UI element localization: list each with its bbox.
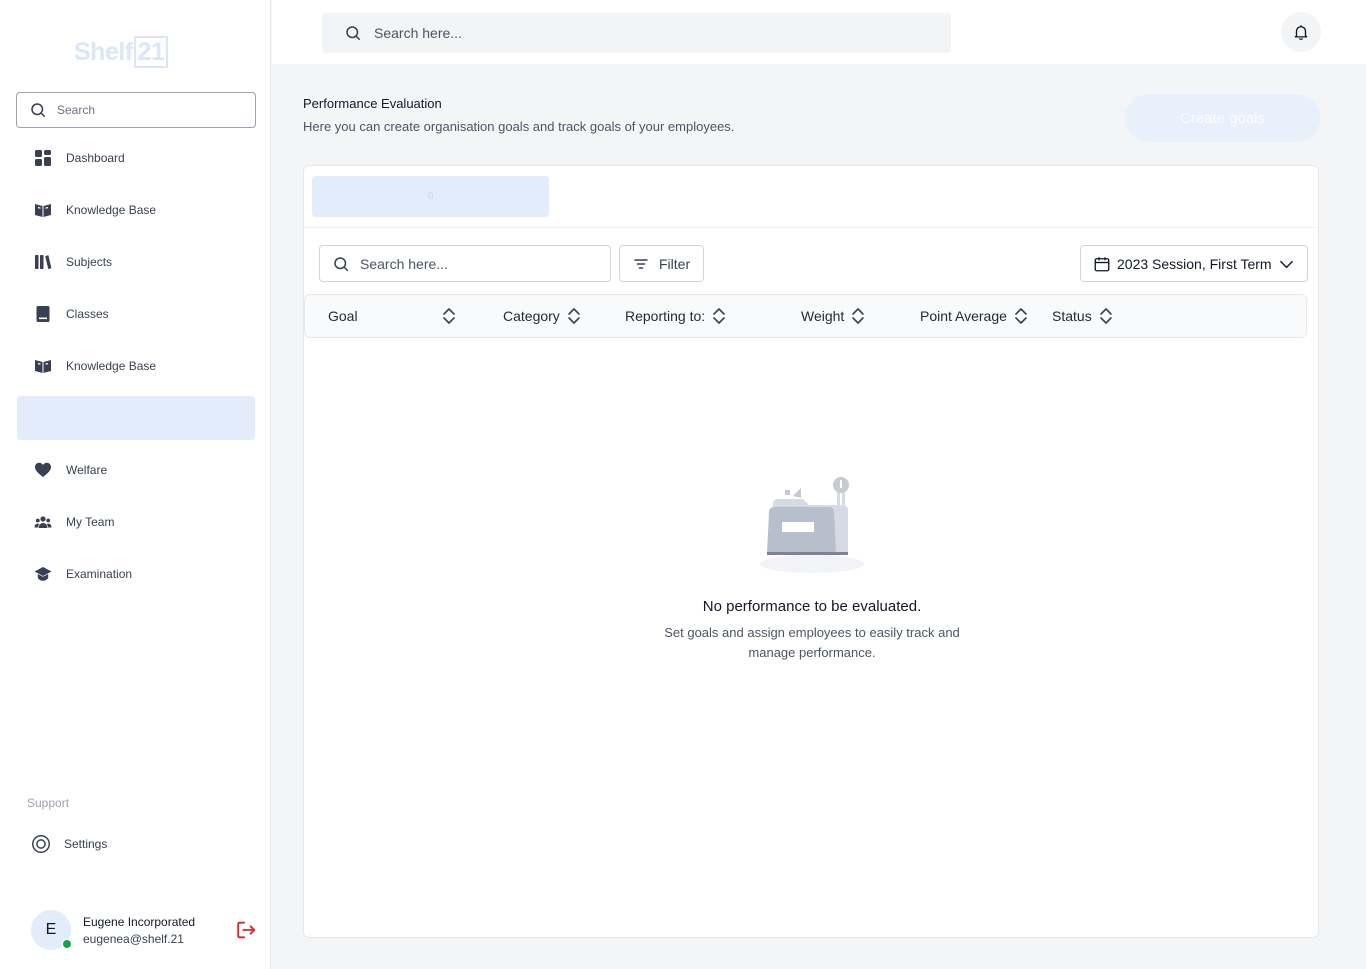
sidebar-item-label: Knowledge Base xyxy=(66,203,157,217)
column-header-status[interactable]: Status xyxy=(1052,295,1114,337)
empty-state: No performance to be evaluated. Set goal… xyxy=(304,476,1320,663)
settings-icon xyxy=(32,835,50,853)
team-icon xyxy=(34,513,52,531)
sidebar-item-knowledge-base[interactable]: Knowledge Base xyxy=(17,188,255,232)
sidebar-item-settings[interactable]: Settings xyxy=(30,832,107,856)
search-icon xyxy=(346,26,361,41)
notebook-icon xyxy=(34,305,52,323)
top-bar: Search here... xyxy=(272,0,1366,64)
sidebar-item-label: Subjects xyxy=(66,255,113,269)
sidebar-item-label: Welfare xyxy=(66,463,108,477)
session-select[interactable]: 2023 Session, First Term xyxy=(1080,245,1308,282)
sidebar-item-dashboard[interactable]: Dashboard xyxy=(17,136,255,180)
column-header-category[interactable]: Category xyxy=(503,295,582,337)
tab-active[interactable]: 0 xyxy=(312,176,549,217)
sort-icon xyxy=(713,308,725,324)
tab-strip: 0 xyxy=(304,166,1318,228)
sidebar-item-knowledge-base-2[interactable]: Knowledge Base xyxy=(17,344,255,388)
books-icon xyxy=(34,253,52,271)
column-header-point-average[interactable]: Point Average xyxy=(920,295,1029,337)
bell-icon xyxy=(1294,25,1308,41)
sidebar-item-label: My Team xyxy=(66,515,115,529)
column-header-reporting-to[interactable]: Reporting to: xyxy=(625,295,727,337)
open-book-icon xyxy=(34,201,52,219)
sort-icon xyxy=(568,308,580,324)
dashboard-grid-icon xyxy=(34,149,52,167)
sort-icon xyxy=(1015,308,1027,324)
filter-button[interactable]: Filter xyxy=(619,245,704,282)
sidebar: Shelf 21 Search Dashboard Knowledge Base … xyxy=(0,0,271,969)
notifications-button[interactable] xyxy=(1281,12,1321,52)
user-email: eugenea@shelf.21 xyxy=(83,931,184,946)
app-logo[interactable]: Shelf 21 xyxy=(74,36,169,68)
sidebar-search-input[interactable]: Search xyxy=(16,92,256,128)
sidebar-item-my-team[interactable]: My Team xyxy=(17,500,255,544)
sort-icon xyxy=(852,308,865,324)
create-goals-button[interactable]: Create goals xyxy=(1125,94,1320,142)
logout-icon[interactable] xyxy=(235,919,257,941)
column-header-goal[interactable]: Goal xyxy=(328,295,457,337)
sidebar-item-label: Dashboard xyxy=(66,151,125,165)
sort-icon xyxy=(442,308,455,324)
empty-folder-illustration-icon xyxy=(760,477,864,573)
table-search-input[interactable]: Search here... xyxy=(319,245,611,282)
sidebar-item-subjects[interactable]: Subjects xyxy=(17,240,255,284)
performance-card: 0 Search here... Filter 2023 Session, Fi… xyxy=(303,165,1319,938)
empty-state-title: No performance to be evaluated. xyxy=(702,598,922,615)
graduation-cap-icon xyxy=(34,565,52,583)
user-profile[interactable]: E Eugene Incorporated eugenea@shelf.21 xyxy=(31,908,261,952)
page-subtitle: Here you can create organisation goals a… xyxy=(303,119,735,134)
sidebar-item-label: Examination xyxy=(66,567,133,581)
table-header: Goal Category Reporting to: Weight Point… xyxy=(304,294,1307,338)
calendar-icon xyxy=(1094,256,1110,271)
user-name: Eugene Incorporated xyxy=(83,914,196,929)
sidebar-item-active[interactable] xyxy=(17,396,255,440)
chevron-down-icon xyxy=(1280,260,1293,269)
avatar: E xyxy=(31,910,72,950)
sidebar-item-label: Classes xyxy=(66,307,109,321)
page-title: Performance Evaluation xyxy=(303,96,442,111)
filter-icon xyxy=(634,258,648,269)
empty-state-description: Set goals and assign employees to easily… xyxy=(664,625,960,660)
sidebar-item-classes[interactable]: Classes xyxy=(17,292,255,336)
sidebar-item-label: Knowledge Base xyxy=(66,359,157,373)
sort-icon xyxy=(1099,308,1112,324)
column-header-weight[interactable]: Weight xyxy=(801,295,866,337)
heart-icon xyxy=(34,461,52,479)
online-status-dot xyxy=(62,939,72,949)
support-section-label: Support xyxy=(27,796,70,810)
sidebar-item-welfare[interactable]: Welfare xyxy=(17,448,255,492)
open-book-icon xyxy=(34,357,52,375)
global-search-input[interactable]: Search here... xyxy=(322,13,951,53)
sidebar-item-examination[interactable]: Examination xyxy=(17,552,255,596)
search-icon xyxy=(334,256,349,271)
search-icon xyxy=(31,103,46,118)
